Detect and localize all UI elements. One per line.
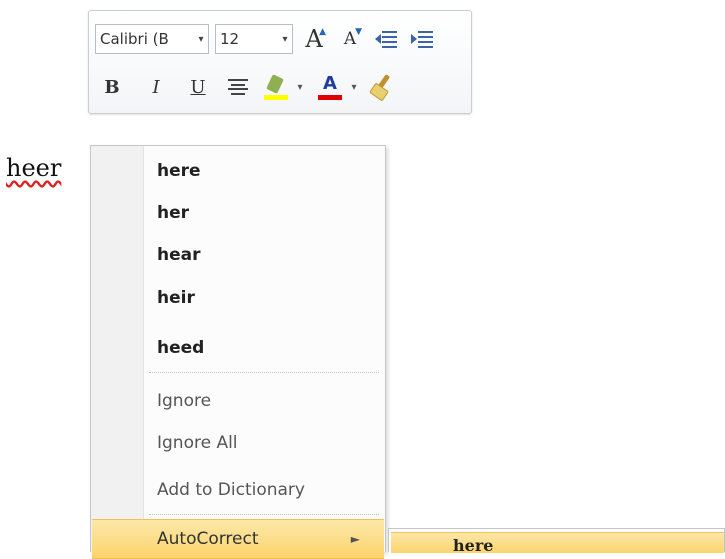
- increase-indent-button[interactable]: [407, 24, 437, 54]
- center-align-button[interactable]: [221, 72, 255, 102]
- suggestion-item[interactable]: heed: [157, 329, 377, 367]
- arrow-up-icon: ▲: [319, 27, 326, 37]
- highlighter-icon: [264, 74, 288, 100]
- underline-button[interactable]: U: [181, 72, 215, 102]
- font-size-combo[interactable]: 12 ▾: [215, 24, 293, 54]
- grow-font-button[interactable]: A ▲: [299, 24, 329, 54]
- font-color-swatch: [318, 95, 342, 100]
- font-color-letter: A: [323, 73, 337, 94]
- menu-separator: [149, 514, 379, 515]
- chevron-down-icon: ▾: [198, 33, 204, 45]
- suggestion-item[interactable]: here: [157, 152, 377, 190]
- autocorrect-submenu: here: [388, 528, 725, 553]
- font-name-value: Calibri (B: [100, 30, 169, 48]
- menu-separator: [149, 372, 379, 373]
- menu-icon-gutter: [91, 146, 144, 552]
- format-painter-button[interactable]: [365, 72, 399, 102]
- ignore-all-item[interactable]: Ignore All: [157, 424, 377, 462]
- shrink-font-button[interactable]: A ▼: [335, 24, 365, 54]
- ignore-item[interactable]: Ignore: [157, 382, 377, 420]
- autocorrect-option[interactable]: here: [391, 532, 724, 553]
- toolbar-row-format: B I U ▾ A ▾: [95, 67, 465, 107]
- font-color-icon: A: [318, 74, 342, 100]
- decrease-indent-icon: [375, 29, 397, 49]
- chevron-down-icon: ▾: [282, 33, 288, 45]
- increase-indent-icon: [411, 29, 433, 49]
- misspelled-word[interactable]: heer: [6, 154, 61, 182]
- toolbar-row-font: Calibri (B ▾ 12 ▾ A ▲ A ▼: [95, 19, 465, 59]
- decrease-indent-button[interactable]: [371, 24, 401, 54]
- suggestion-item[interactable]: hear: [157, 236, 377, 274]
- font-color-dropdown-arrow[interactable]: ▾: [347, 82, 361, 93]
- center-align-icon: [228, 79, 248, 95]
- font-name-combo[interactable]: Calibri (B ▾: [95, 24, 209, 54]
- italic-button[interactable]: I: [139, 72, 173, 102]
- add-to-dictionary-item[interactable]: Add to Dictionary: [157, 471, 377, 509]
- highlight-color-swatch: [264, 95, 288, 100]
- autocorrect-item[interactable]: AutoCorrect ►: [92, 519, 384, 559]
- spelling-context-menu: here her hear heir heed Ignore Ignore Al…: [90, 145, 386, 559]
- autocorrect-label: AutoCorrect: [157, 529, 259, 549]
- suggestion-item[interactable]: heir: [157, 279, 377, 317]
- highlight-dropdown-arrow[interactable]: ▾: [293, 82, 307, 93]
- arrow-down-icon: ▼: [355, 27, 362, 37]
- highlight-color-button[interactable]: [259, 72, 293, 102]
- chevron-right-icon: ►: [350, 532, 360, 546]
- format-painter-icon: [369, 74, 395, 102]
- font-color-button[interactable]: A: [313, 72, 347, 102]
- font-size-value: 12: [220, 30, 240, 48]
- bold-button[interactable]: B: [95, 72, 129, 102]
- suggestion-item[interactable]: her: [157, 194, 377, 232]
- mini-toolbar: Calibri (B ▾ 12 ▾ A ▲ A ▼ B I U ▾ A ▾: [88, 10, 472, 114]
